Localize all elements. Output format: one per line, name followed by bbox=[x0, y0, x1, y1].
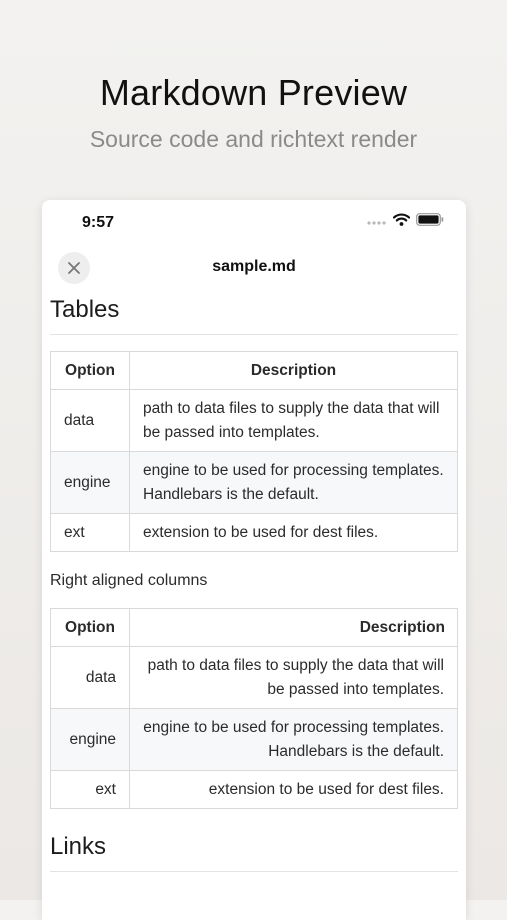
nav-title: sample.md bbox=[212, 258, 296, 275]
status-bar: 9:57 bbox=[42, 200, 466, 244]
table-cell: engine to be used for processing templat… bbox=[129, 451, 458, 514]
table-row: engine engine to be used for processing … bbox=[50, 708, 458, 771]
table-cell: path to data files to supply the data th… bbox=[129, 646, 458, 709]
wifi-icon bbox=[392, 213, 411, 231]
table-row: ext extension to be used for dest files. bbox=[50, 513, 458, 552]
table-cell: ext bbox=[50, 513, 130, 552]
table-cell: extension to be used for dest files. bbox=[129, 513, 458, 552]
table-cell: extension to be used for dest files. bbox=[129, 770, 458, 809]
right-aligned-table: Option Description data path to data fil… bbox=[50, 608, 458, 809]
markdown-content: Tables Option Description data path to d… bbox=[50, 296, 458, 888]
status-icons bbox=[367, 213, 444, 231]
table-header-cell: Option bbox=[50, 608, 130, 647]
links-heading: Links bbox=[50, 833, 458, 872]
table-cell: data bbox=[50, 389, 130, 452]
nav-bar: sample.md bbox=[42, 250, 466, 286]
tables-heading: Tables bbox=[50, 296, 458, 335]
table-cell: path to data files to supply the data th… bbox=[129, 389, 458, 452]
table-cell: engine bbox=[50, 708, 130, 771]
table-header-row: Option Description bbox=[50, 608, 458, 647]
table-cell: engine to be used for processing templat… bbox=[129, 708, 458, 771]
battery-icon bbox=[416, 213, 444, 231]
table-header-cell: Description bbox=[129, 608, 458, 647]
table-row: ext extension to be used for dest files. bbox=[50, 770, 458, 809]
table-row: engine engine to be used for processing … bbox=[50, 451, 458, 514]
table-cell: data bbox=[50, 646, 130, 709]
table-header-cell: Description bbox=[129, 351, 458, 390]
paragraph-text: Right aligned columns bbox=[50, 572, 208, 589]
promo-header: Markdown Preview Source code and richtex… bbox=[0, 0, 507, 200]
promo-title: Markdown Preview bbox=[99, 72, 408, 113]
device-screen: 9:57 sample.md Tables Option Description… bbox=[42, 200, 466, 920]
status-time: 9:57 bbox=[82, 214, 115, 231]
table-row: data path to data files to supply the da… bbox=[50, 646, 458, 709]
table-header-row: Option Description bbox=[50, 351, 458, 390]
options-table: Option Description data path to data fil… bbox=[50, 351, 458, 552]
promo-subtitle: Source code and richtext render bbox=[89, 126, 418, 152]
cellular-signal-icon bbox=[367, 213, 387, 231]
table-row: data path to data files to supply the da… bbox=[50, 389, 458, 452]
table-header-cell: Option bbox=[50, 351, 130, 390]
table-cell: ext bbox=[50, 770, 130, 809]
table-cell: engine bbox=[50, 451, 130, 514]
